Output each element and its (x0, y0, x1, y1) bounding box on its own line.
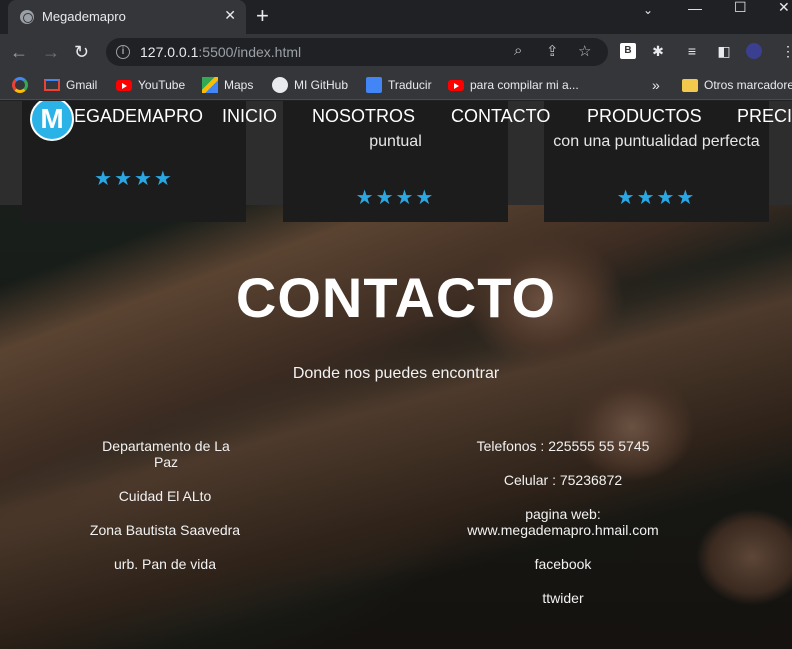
address-zone: Zona Bautista Saavedra (89, 522, 241, 538)
nav-productos[interactable]: PRODUCTOS (587, 106, 702, 127)
contact-title: CONTACTO (235, 266, 557, 329)
tab-title: Megademapro (42, 9, 126, 24)
brand-name[interactable]: EGADEMAPRO (74, 106, 203, 127)
nav-contacto[interactable]: CONTACTO (451, 106, 550, 127)
address-city: Cuidad El ALto (118, 488, 212, 504)
other-bookmarks[interactable]: Otros marcadores (682, 76, 792, 94)
address-urb: urb. Pan de vida (114, 556, 216, 572)
bookmark-label: YouTube (138, 78, 186, 92)
media-control-icon[interactable]: ≡ (684, 43, 700, 59)
back-icon[interactable]: ← (10, 42, 28, 62)
youtube-icon (448, 79, 464, 91)
bookmark-youtube[interactable]: YouTube (116, 76, 185, 94)
bookmark-star-icon[interactable]: ☆ (578, 42, 591, 60)
menu-icon[interactable]: ⋮ (780, 43, 792, 59)
share-icon[interactable]: ⇪ (546, 42, 559, 60)
profile-avatar[interactable] (746, 43, 762, 59)
minimize-button[interactable]: — (688, 1, 702, 15)
contact-website[interactable]: pagina web: www.megademapro.hmail.com (443, 506, 683, 538)
bookmark-gmail[interactable]: Gmail (44, 76, 97, 94)
nav-precios[interactable]: PRECI (737, 106, 792, 127)
youtube-icon (116, 79, 132, 91)
bookmarks-bar: Gmail YouTube Maps MI GitHub Traducir pa… (0, 70, 792, 100)
site-info-icon[interactable]: i (116, 45, 130, 59)
address-department: Departamento de La Paz (102, 438, 230, 470)
bookmark-compilar[interactable]: para compilar mi a... (448, 76, 579, 94)
rating-stars-icon: ★★★★ (94, 168, 174, 190)
bookmark-label: Maps (224, 78, 254, 92)
extensions-puzzle-icon[interactable]: ✱ (650, 43, 666, 59)
close-tab-icon[interactable]: ✕ (224, 7, 236, 24)
bookmark-label: para compilar mi a... (470, 78, 579, 92)
folder-icon (682, 78, 698, 92)
browser-tab[interactable]: Megademapro ✕ (8, 0, 246, 34)
site-navbar: M EGADEMAPRO INICIO NOSOTROS CONTACTO PR… (0, 101, 792, 141)
page-viewport: ★★★★ puntual ★★★★ con una puntualidad pe… (0, 101, 792, 649)
google-icon (12, 77, 28, 93)
rating-stars-icon: ★★★★ (616, 187, 697, 209)
contact-twitter[interactable]: ttwider (443, 590, 683, 606)
nav-inicio[interactable]: INICIO (222, 106, 277, 127)
card-text: puntual (369, 133, 422, 150)
rating-stars-icon: ★★★★ (355, 187, 436, 209)
maps-icon (202, 77, 218, 93)
side-panel-icon[interactable]: ◧ (716, 43, 732, 59)
google-bookmark[interactable] (12, 76, 34, 94)
browser-toolbar: ← → ↻ i 127.0.0.1:5500/index.html ⌕ ⇪ ☆ … (0, 34, 792, 70)
extension-b-icon[interactable]: B (620, 43, 636, 59)
more-bookmarks-icon[interactable]: » (652, 76, 660, 94)
bookmark-label: Gmail (66, 78, 98, 92)
close-window-button[interactable]: ✕ (778, 0, 790, 14)
nav-nosotros[interactable]: NOSOTROS (312, 106, 415, 127)
contact-phones: Telefonos : 225555 55 5745 (476, 438, 650, 454)
card-text: con una puntualidad perfecta (553, 133, 760, 150)
forward-icon[interactable]: → (42, 42, 60, 62)
bookmark-maps[interactable]: Maps (202, 76, 253, 94)
maximize-button[interactable]: ☐ (734, 0, 747, 14)
zoom-icon[interactable]: ⌕ (514, 42, 522, 59)
bookmark-label: Otros marcadores (704, 78, 792, 92)
globe-icon (20, 10, 34, 24)
translate-icon (366, 77, 382, 93)
new-tab-button[interactable]: + (256, 4, 269, 28)
contact-subtitle: Donde nos puedes encontrar (292, 365, 500, 382)
bookmark-traducir[interactable]: Traducir (366, 76, 432, 94)
gmail-icon (44, 79, 60, 91)
reload-icon[interactable]: ↻ (74, 42, 89, 62)
github-icon (272, 77, 288, 93)
tab-strip: Megademapro ✕ + ⌄ — ☐ ✕ (0, 0, 792, 34)
bookmark-label: Traducir (388, 78, 432, 92)
contact-facebook[interactable]: facebook (443, 556, 683, 572)
tab-search-icon[interactable]: ⌄ (643, 3, 653, 17)
bookmark-github[interactable]: MI GitHub (272, 76, 348, 94)
address-bar[interactable]: i 127.0.0.1:5500/index.html ⌕ ⇪ ☆ (106, 38, 608, 66)
bookmark-label: MI GitHub (294, 78, 349, 92)
url-text: 127.0.0.1:5500/index.html (140, 44, 302, 60)
contact-cellphone: Celular : 75236872 (503, 472, 623, 488)
